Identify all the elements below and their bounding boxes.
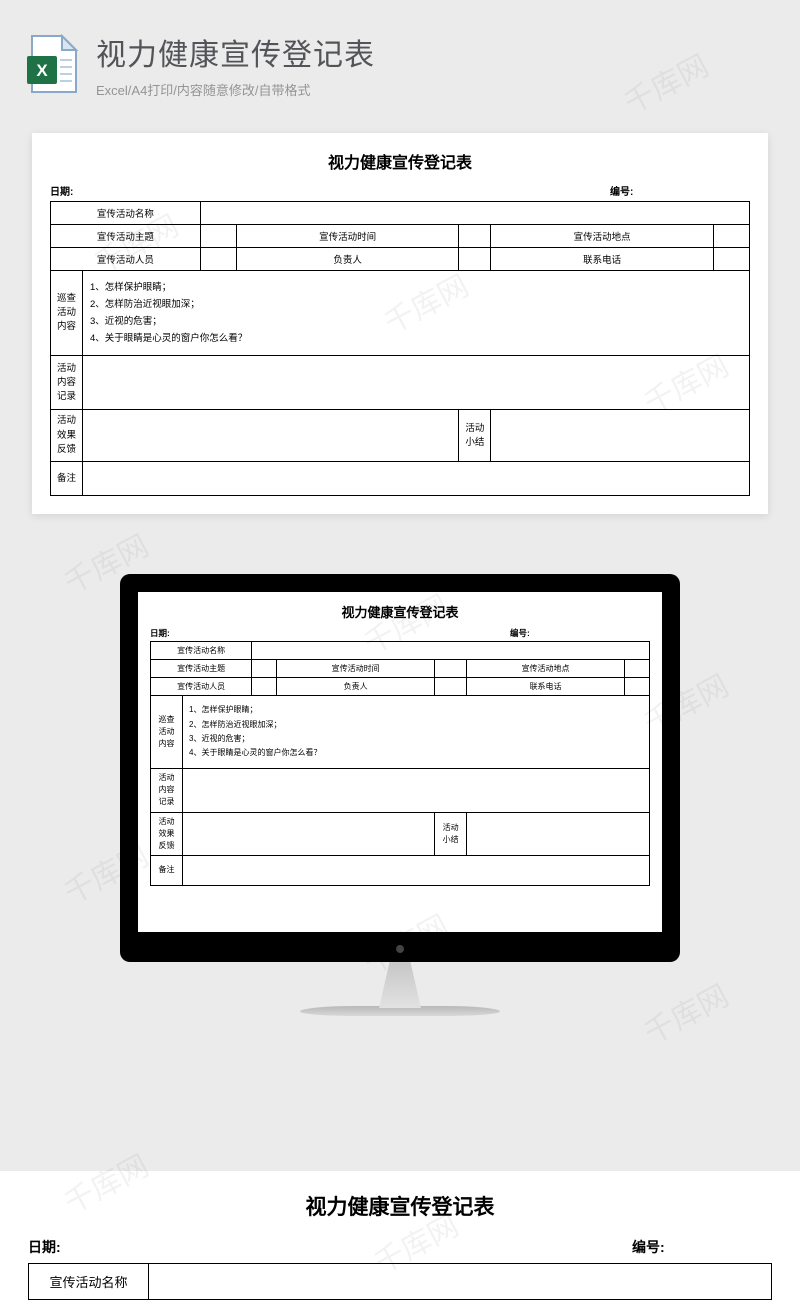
inspect-content-label: 巡查活动内容: [51, 271, 83, 356]
date-label: 日期:: [28, 1237, 632, 1257]
form-header-row: 日期: 编号:: [28, 1237, 772, 1257]
table-row: 宣传活动主题 宣传活动时间 宣传活动地点: [51, 225, 750, 248]
form-title: 视力健康宣传登记表: [28, 1191, 772, 1221]
table-row: 宣传活动名称: [51, 202, 750, 225]
monitor-bezel: 视力健康宣传登记表 日期: 编号: 宣传活动名称 宣传活动主题宣传活动时间宣传活…: [120, 574, 680, 962]
preview-card: 视力健康宣传登记表 日期: 编号: 宣传活动名称 宣传活动主题 宣传活动时间 宣…: [32, 133, 768, 514]
page-subtitle: Excel/A4打印/内容随意修改/自带格式: [96, 80, 776, 99]
activity-name-value: [149, 1264, 772, 1300]
staff-value: [200, 248, 236, 271]
header-text-block: 视力健康宣传登记表 Excel/A4打印/内容随意修改/自带格式: [96, 30, 776, 99]
feedback-label: 活动效果反馈: [51, 410, 83, 462]
remark-label: 备注: [51, 462, 83, 496]
form-header-row: 日期: 编号:: [150, 627, 650, 639]
form-header-row: 日期: 编号:: [50, 183, 750, 198]
theme-value: [200, 225, 236, 248]
number-label: 编号:: [510, 627, 650, 639]
summary-label: 活动小结: [459, 410, 491, 462]
date-label: 日期:: [150, 627, 510, 639]
time-value: [459, 225, 491, 248]
registration-table: 宣传活动名称 宣传活动主题宣传活动时间宣传活动地点 宣传活动人员负责人联系电话 …: [150, 641, 650, 886]
monitor-logo-icon: [396, 945, 404, 953]
record-value: [83, 356, 750, 410]
table-row: 宣传活动人员 负责人 联系电话: [51, 248, 750, 271]
page-title: 视力健康宣传登记表: [96, 30, 776, 74]
number-label: 编号:: [632, 1237, 772, 1257]
registration-table: 宣传活动名称: [28, 1263, 772, 1300]
form-title: 视力健康宣传登记表: [150, 602, 650, 621]
form-title: 视力健康宣传登记表: [50, 149, 750, 173]
summary-value: [491, 410, 750, 462]
table-row: 活动效果反馈 活动小结: [51, 410, 750, 462]
monitor-screen: 视力健康宣传登记表 日期: 编号: 宣传活动名称 宣传活动主题宣传活动时间宣传活…: [138, 592, 662, 932]
activity-place-label: 宣传活动地点: [491, 225, 714, 248]
page-header: X 视力健康宣传登记表 Excel/A4打印/内容随意修改/自带格式: [0, 0, 800, 113]
list-item: 4、关于眼睛是心灵的窗户你怎么看？: [90, 330, 742, 347]
inspect-content-value: 1、怎样保护眼睛； 2、怎样防治近视眼加深； 3、近视的危害； 4、关于眼睛是心…: [83, 271, 750, 356]
activity-name-value: [200, 202, 749, 225]
list-item: 1、怎样保护眼睛；: [90, 279, 742, 296]
monitor-stand: [365, 962, 435, 1008]
leader-value: [459, 248, 491, 271]
table-row: 活动内容记录: [51, 356, 750, 410]
feedback-value: [83, 410, 459, 462]
phone-value: [713, 248, 749, 271]
table-row: 备注: [51, 462, 750, 496]
date-label: 日期:: [50, 183, 610, 198]
bottom-cropped-preview: 视力健康宣传登记表 日期: 编号: 宣传活动名称: [0, 1171, 800, 1300]
table-row: 巡查活动内容 1、怎样保护眼睛； 2、怎样防治近视眼加深； 3、近视的危害； 4…: [51, 271, 750, 356]
remark-value: [83, 462, 750, 496]
activity-name-label: 宣传活动名称: [51, 202, 201, 225]
monitor-mockup: 视力健康宣传登记表 日期: 编号: 宣传活动名称 宣传活动主题宣传活动时间宣传活…: [120, 574, 680, 1016]
table-row: 宣传活动名称: [29, 1264, 772, 1300]
activity-theme-label: 宣传活动主题: [51, 225, 201, 248]
registration-table: 宣传活动名称 宣传活动主题 宣传活动时间 宣传活动地点 宣传活动人员 负责人 联…: [50, 201, 750, 496]
phone-label: 联系电话: [491, 248, 714, 271]
leader-label: 负责人: [236, 248, 459, 271]
activity-staff-label: 宣传活动人员: [51, 248, 201, 271]
list-item: 3、近视的危害；: [90, 313, 742, 330]
activity-name-label: 宣传活动名称: [29, 1264, 149, 1300]
number-label: 编号:: [610, 183, 750, 198]
place-value: [713, 225, 749, 248]
activity-record-label: 活动内容记录: [51, 356, 83, 410]
list-item: 2、怎样防治近视眼加深；: [90, 296, 742, 313]
excel-file-icon: X: [24, 34, 80, 96]
svg-text:X: X: [36, 61, 48, 80]
activity-time-label: 宣传活动时间: [236, 225, 459, 248]
